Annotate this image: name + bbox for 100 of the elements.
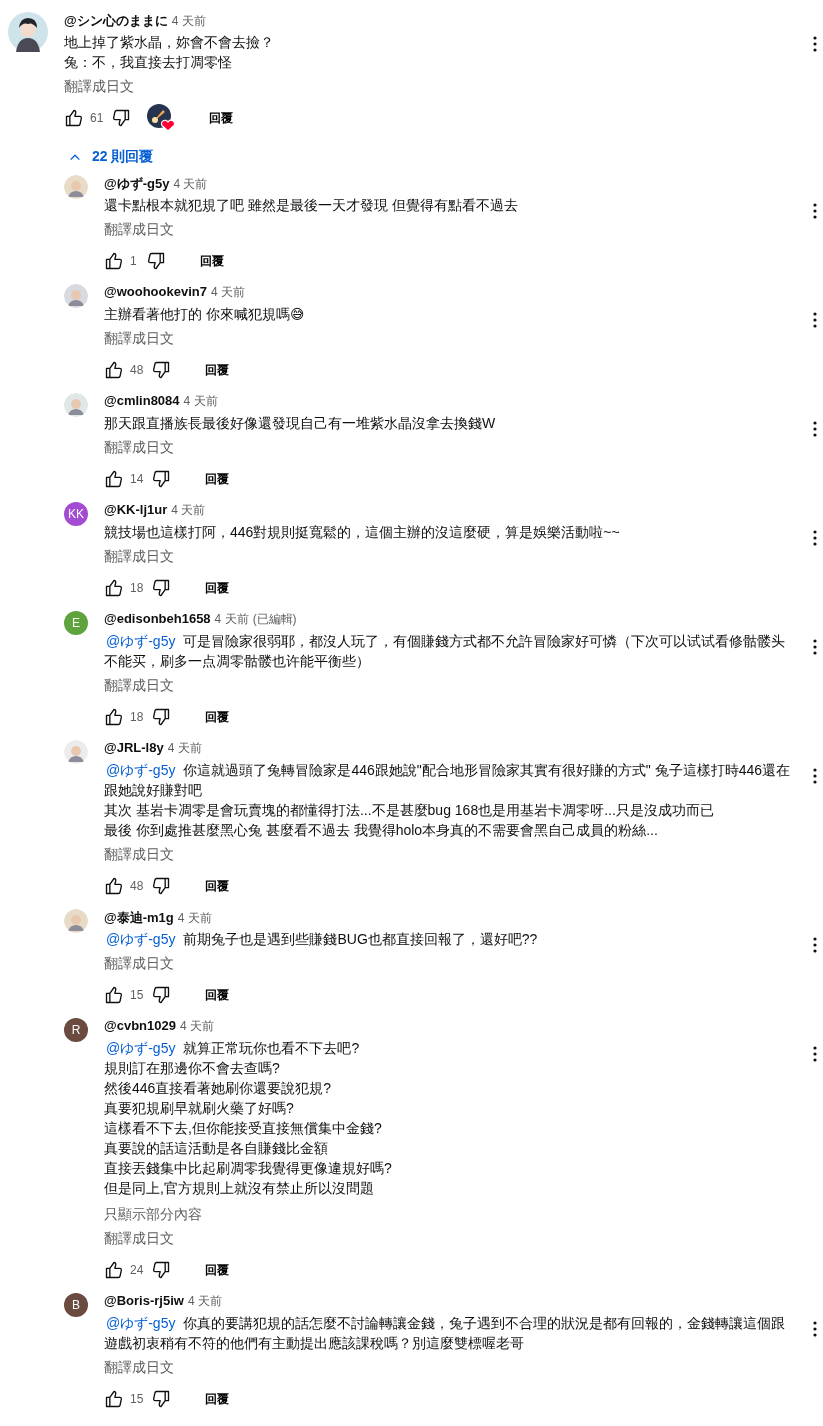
thumbs-down-icon[interactable] [151, 578, 172, 598]
comment-time[interactable]: 4 天前 [171, 13, 206, 30]
translate-link[interactable]: 翻譯成日文 [104, 437, 174, 457]
thumbs-down-icon[interactable] [151, 1260, 172, 1280]
translate-link[interactable]: 翻譯成日文 [104, 844, 174, 864]
comment-text: 兔：不，我直接去打凋零怪 [64, 53, 233, 72]
reply-author[interactable]: @KK-lj1ur [104, 502, 168, 517]
thumbs-up-icon[interactable] [104, 707, 124, 727]
more-menu-icon[interactable] [813, 639, 817, 655]
translate-link[interactable]: 翻譯成日文 [104, 1228, 174, 1248]
reply-text: @ゆず-g5y 可是冒險家很弱耶，都沒人玩了，有個賺錢方式都不允許冒險家好可憐（下次可以试试看修骷髅头不能买，刷多一点凋零骷髅也许能平衡些） [104, 632, 787, 671]
avatar-icon[interactable]: KK [64, 502, 88, 526]
mention-link[interactable]: @ゆず-g5y [106, 931, 176, 947]
like-count: 61 [90, 111, 104, 125]
like-count: 18 [130, 581, 144, 595]
reply-author[interactable]: @Boris-rj5iw [104, 1293, 184, 1308]
edited-label: (已編輯) [252, 611, 297, 628]
reply-button[interactable]: 回覆 [193, 869, 242, 903]
reply-author[interactable]: @ゆず-g5y [104, 175, 170, 193]
translate-link[interactable]: 翻譯成日文 [104, 219, 174, 239]
reply-text: @ゆず-g5y 前期兔子也是遇到些賺錢BUG也都直接回報了，還好吧?? [105, 930, 539, 949]
mention-link[interactable]: @ゆず-g5y [106, 762, 176, 778]
thumbs-down-icon[interactable] [111, 108, 132, 128]
translate-link[interactable]: 翻譯成日文 [64, 76, 134, 96]
more-menu-icon[interactable] [813, 36, 817, 52]
more-menu-icon[interactable] [813, 937, 817, 953]
reply-time[interactable]: 4 天前 [214, 611, 249, 628]
reply-time[interactable]: 4 天前 [177, 910, 212, 927]
show-less-link[interactable]: 只顯示部分內容 [104, 1204, 202, 1224]
reply-text: 那天跟直播族長最後好像還發現自己有一堆紫水晶沒拿去換錢W [104, 414, 497, 433]
reply-time[interactable]: 4 天前 [210, 284, 245, 301]
reply-button[interactable]: 回覆 [193, 353, 242, 387]
thumbs-up-icon[interactable] [104, 251, 124, 271]
translate-link[interactable]: 翻譯成日文 [104, 953, 174, 973]
avatar-icon[interactable]: B [64, 1293, 88, 1317]
mention-link[interactable]: @ゆず-g5y [106, 1040, 176, 1056]
thumbs-down-icon[interactable] [151, 707, 172, 727]
reply-author[interactable]: @cvbn1029 [104, 1018, 176, 1033]
more-menu-icon[interactable] [813, 768, 817, 784]
reply-author[interactable]: @woohookevin7 [104, 284, 207, 299]
thumbs-down-icon[interactable] [151, 469, 172, 489]
avatar-icon[interactable]: R [64, 1018, 88, 1042]
thumbs-down-icon[interactable] [151, 360, 172, 380]
thumbs-up-icon[interactable] [104, 876, 124, 896]
like-count: 48 [130, 879, 144, 893]
thumbs-up-icon[interactable] [64, 108, 84, 128]
more-menu-icon[interactable] [813, 1046, 817, 1062]
reply-button[interactable]: 回覆 [193, 700, 242, 734]
thumbs-down-icon[interactable] [151, 985, 172, 1005]
reply-author[interactable]: @cmlin8084 [104, 393, 180, 408]
replies-toggle[interactable]: 22 則回覆 [64, 142, 158, 170]
like-count: 24 [130, 1263, 144, 1277]
reply-time[interactable]: 4 天前 [167, 740, 202, 757]
thumbs-up-icon[interactable] [104, 1260, 124, 1280]
avatar-icon[interactable] [8, 12, 48, 52]
reply-text: 這樣看不下去,但你能接受直接無償集中金錢? [104, 1119, 383, 1138]
reply-text: @ゆず-g5y 你這就過頭了兔轉冒險家是446跟她說"配合地形冒險家其實有很好賺的方式" 兔子這樣打時446還在跟她說好賺對吧 [104, 761, 791, 800]
thumbs-down-icon[interactable] [146, 251, 166, 271]
translate-link[interactable]: 翻譯成日文 [104, 546, 174, 566]
thumbs-up-icon[interactable] [104, 578, 124, 598]
reply-time[interactable]: 4 天前 [187, 1293, 222, 1310]
reply-button[interactable]: 回覆 [193, 978, 242, 1012]
reply-text: @ゆず-g5y 你真的要講犯規的話怎麼不討論轉讓金錢，兔子遇到不合理的狀況是都有回報的，金錢轉讓這個跟遊戲初衷稍有不符的他們有主動提出應該課稅嗎？別這麼雙標喔老哥 [104, 1314, 787, 1353]
more-menu-icon[interactable] [813, 203, 817, 219]
like-count: 48 [130, 363, 144, 377]
reply-time[interactable]: 4 天前 [171, 502, 206, 519]
like-count: 1 [130, 254, 138, 268]
reply-button[interactable]: 回覆 [193, 571, 242, 605]
reply-time[interactable]: 4 天前 [183, 393, 218, 410]
mention-link[interactable]: @ゆず-g5y [106, 1315, 176, 1331]
reply-text: 競技場也這樣打阿，446對規則挺寬鬆的，這個主辦的沒這麼硬，算是娛樂活動啦~~ [104, 523, 621, 542]
reply-button[interactable]: 回覆 [188, 244, 236, 278]
reply-text: 直接丟錢集中比起刷凋零我覺得更像違規好嗎? [104, 1159, 393, 1178]
thumbs-up-icon[interactable] [104, 1389, 124, 1409]
reply-author[interactable]: @泰迪-m1g [104, 909, 174, 927]
translate-link[interactable]: 翻譯成日文 [104, 1357, 174, 1377]
translate-link[interactable]: 翻譯成日文 [104, 328, 174, 348]
reply-button[interactable]: 回覆 [197, 101, 246, 135]
like-count: 14 [130, 472, 144, 486]
comment-author[interactable]: @シン心のままに [64, 12, 168, 30]
reply-time[interactable]: 4 天前 [179, 1018, 214, 1035]
more-menu-icon[interactable] [813, 530, 817, 546]
more-menu-icon[interactable] [813, 1321, 817, 1337]
thumbs-up-icon[interactable] [104, 360, 124, 380]
thumbs-up-icon[interactable] [104, 985, 124, 1005]
translate-link[interactable]: 翻譯成日文 [104, 675, 174, 695]
reply-author[interactable]: @edisonbeh1658 [104, 611, 211, 626]
reply-text: 最後 你到處推甚麼黑心兔 甚麼看不過去 我覺得holo本身真的不需要會黑自己成員的粉絲... [104, 821, 659, 840]
reply-time[interactable]: 4 天前 [173, 176, 208, 193]
thumbs-down-icon[interactable] [151, 1389, 172, 1409]
reply-text: 其次 基岩卡凋零是會玩賣塊的都懂得打法...不是甚麼bug 168也是用基岩卡凋零呀...只是沒成功而已 [104, 801, 715, 820]
reply-button[interactable]: 回覆 [193, 1382, 242, 1416]
reply-button[interactable]: 回覆 [193, 462, 242, 496]
reply-author[interactable]: @JRL-l8y [104, 740, 164, 755]
mention-link[interactable]: @ゆず-g5y [106, 633, 176, 649]
more-menu-icon[interactable] [813, 312, 817, 328]
reply-button[interactable]: 回覆 [193, 1253, 242, 1287]
thumbs-down-icon[interactable] [151, 876, 172, 896]
thumbs-up-icon[interactable] [104, 469, 124, 489]
more-menu-icon[interactable] [813, 421, 817, 437]
